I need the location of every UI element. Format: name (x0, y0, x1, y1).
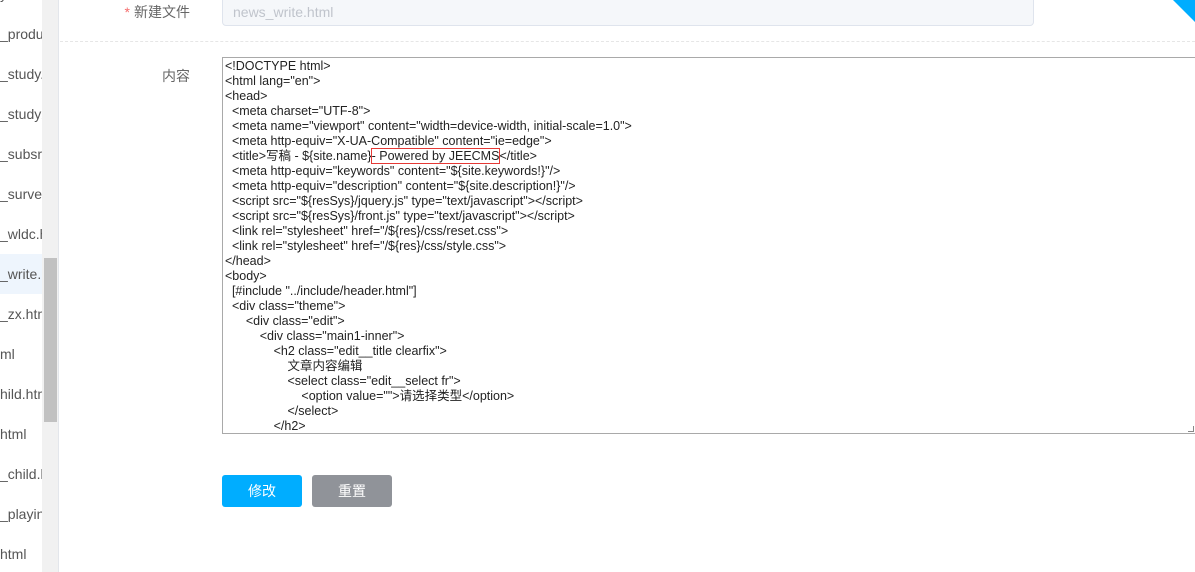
code-line: <link rel="stylesheet" href="/${res}/css… (225, 239, 507, 253)
code-line: </select> (225, 404, 339, 418)
sidebar-file-item[interactable]: _subsrc (0, 134, 42, 174)
code-line: <div class="edit"> (225, 314, 345, 328)
code-line: <select class="edit__select fr"> (225, 374, 461, 388)
code-line: 文章内容编辑 (225, 359, 363, 373)
filename-input[interactable]: news_write.html (222, 0, 1034, 26)
content-textarea[interactable]: <!DOCTYPE html> <html lang="en"> <head> <m… (222, 57, 1195, 434)
filename-label-text: 新建文件 (134, 4, 190, 20)
sidebar-file-item[interactable]: _study. (0, 54, 42, 94)
sidebar-file-item[interactable]: _playin (0, 494, 42, 534)
sidebar-file-item[interactable]: _produc (0, 14, 42, 54)
sidebar-file-item[interactable]: ml (0, 334, 42, 374)
code-line: <meta http-equiv="X-UA-Compatible" conte… (225, 134, 552, 148)
code-segment: </title> (499, 149, 537, 163)
code-line: <div class="main1-inner"> (225, 329, 405, 343)
corner-badge-icon[interactable] (1173, 0, 1195, 22)
submit-button[interactable]: 修改 (222, 475, 302, 507)
code-line: </h2> (225, 419, 306, 433)
reset-button[interactable]: 重置 (312, 475, 392, 507)
code-segment: <title>写稿 - ${site.name} (225, 149, 372, 163)
sidebar-file-item[interactable]: y (0, 0, 42, 14)
code-line: <h2 class="edit__title clearfix"> (225, 344, 447, 358)
code-line: <script src="${resSys}/jquery.js" type="… (225, 194, 583, 208)
file-list-sidebar: y_produc_study._study2_subsrc_survey_wld… (0, 0, 42, 572)
code-line: <meta http-equiv="description" content="… (225, 179, 576, 193)
sidebar-file-item[interactable]: _study2 (0, 94, 42, 134)
sidebar-file-item[interactable]: _child.h (0, 454, 42, 494)
resize-handle-icon[interactable] (1188, 426, 1194, 432)
sidebar-file-item[interactable]: html (0, 414, 42, 454)
code-line: <title>写稿 - ${site.name}- Powered by JEE… (225, 148, 1195, 164)
code-line: <meta charset="UTF-8"> (225, 104, 371, 118)
code-line: <script src="${resSys}/front.js" type="t… (225, 209, 575, 223)
sidebar-file-item[interactable]: _write.h (0, 254, 42, 294)
code-line: <link rel="stylesheet" href="/${res}/css… (225, 224, 509, 238)
highlighted-text: - Powered by JEECMS (370, 148, 501, 164)
scrollbar-thumb[interactable] (44, 258, 57, 422)
code-line: </head> (225, 254, 271, 268)
sidebar-file-item[interactable]: _zx.htm (0, 294, 42, 334)
sidebar-file-item[interactable]: _wldc.h (0, 214, 42, 254)
code-line: <meta name="viewport" content="width=dev… (225, 119, 632, 133)
required-mark: * (124, 4, 130, 20)
filename-label: * 新建文件 (60, 2, 190, 22)
sidebar-scrollbar[interactable] (42, 0, 59, 572)
sidebar-file-item[interactable]: hild.htm (0, 374, 42, 414)
code-line: <html lang="en"> (225, 74, 321, 88)
sidebar-file-item[interactable]: html (0, 534, 42, 572)
code-line: [#include "../include/header.html"] (225, 284, 417, 298)
code-line: <!DOCTYPE html> (225, 59, 331, 73)
code-line: <body> (225, 269, 267, 283)
sidebar-file-item[interactable]: _survey (0, 174, 42, 214)
code-line: <meta http-equiv="keywords" content="${s… (225, 164, 561, 178)
content-label: 内容 (162, 68, 190, 84)
divider (60, 41, 1195, 42)
code-line: <option value="">请选择类型</option> (225, 389, 515, 403)
code-line: <head> (225, 89, 268, 103)
code-line: <div class="theme"> (225, 299, 346, 313)
